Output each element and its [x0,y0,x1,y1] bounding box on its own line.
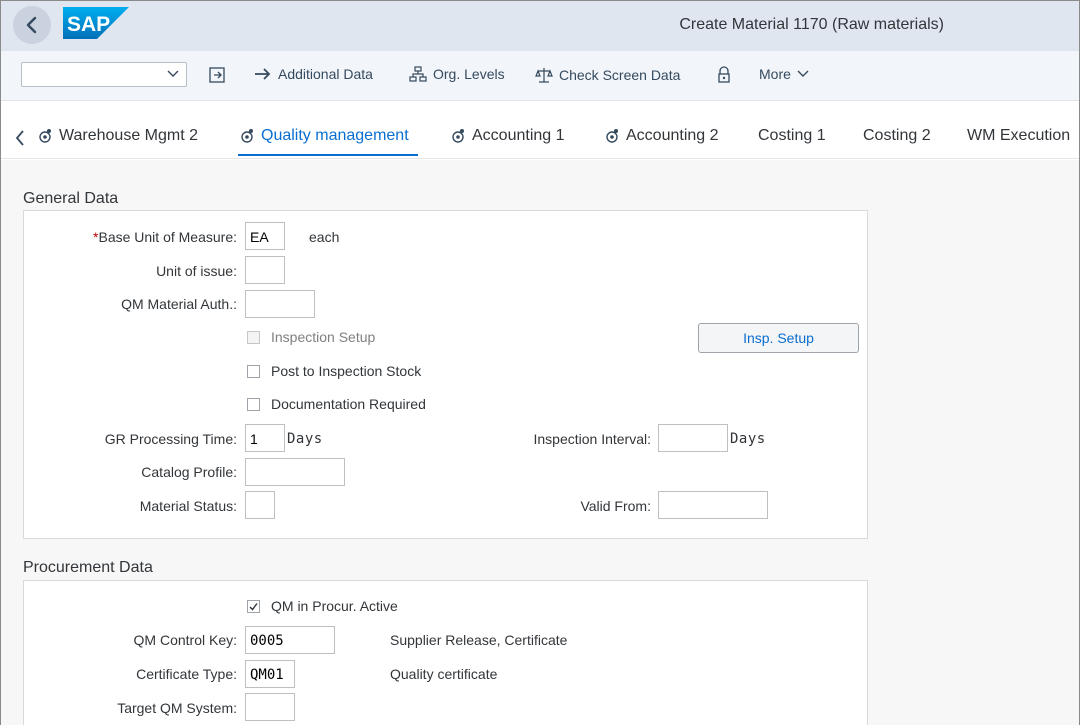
valid-from-input[interactable] [658,491,768,519]
inspection-setup-label: Inspection Setup [271,329,376,345]
documentation-required-checkbox[interactable] [247,398,260,411]
active-tab-indicator [238,154,418,156]
base-uom-input[interactable]: EA [245,222,285,250]
lock-button[interactable] [716,66,732,84]
qm-control-key-label: QM Control Key: [133,632,237,648]
tab-label: Accounting 2 [626,127,719,144]
checkmark-icon [249,603,258,611]
sap-logo[interactable]: SAP [63,7,129,39]
command-select[interactable] [21,62,187,87]
base-uom-label: *Base Unit of Measure: [93,229,237,245]
insp-setup-button[interactable]: Insp. Setup [698,323,859,353]
certificate-type-text: Quality certificate [390,666,498,682]
chevron-left-icon[interactable] [15,130,25,146]
documentation-required-label: Documentation Required [271,396,426,412]
org-levels-label: Org. Levels [433,66,505,82]
export-button[interactable] [208,66,228,84]
gear-icon [241,129,253,143]
unit-of-issue-input[interactable] [245,256,285,284]
check-screen-data-button[interactable]: Check Screen Data [535,66,680,84]
chevron-down-icon [797,70,809,77]
general-data-title: General Data [23,190,119,207]
additional-data-label: Additional Data [278,66,373,82]
material-status-input[interactable] [245,491,275,519]
tab-accounting-1[interactable]: Accounting 1 [450,127,565,145]
tab-label: Costing 1 [758,127,826,144]
tab-wm-execution[interactable]: WM Execution [967,127,1070,145]
balance-icon [535,68,553,83]
tab-label: WM Execution [967,127,1071,144]
chevron-left-icon [26,16,37,34]
lock-icon [718,66,730,83]
catalog-profile-label: Catalog Profile: [141,464,237,480]
hierarchy-icon [409,66,427,82]
additional-data-button[interactable]: Additional Data [254,66,373,82]
gear-icon [606,129,618,143]
tab-costing-1[interactable]: Costing 1 [758,127,826,145]
general-data-panel: *Base Unit of Measure: EA each Unit of i… [23,210,868,539]
page-title: Create Material 1170 (Raw materials) [679,16,944,33]
more-button[interactable]: More [759,66,809,82]
shell-bar: SAP Create Material 1170 (Raw materials) [1,1,1079,51]
inspection-interval-label: Inspection Interval: [533,431,651,447]
chevron-down-icon [167,70,179,77]
inspection-interval-unit: Days [730,431,766,447]
qm-material-auth-input[interactable] [245,290,315,318]
arrow-right-icon [255,68,271,80]
material-status-label: Material Status: [139,498,237,514]
tab-bar: Warehouse Mgmt 2 Quality management Acco… [1,101,1079,159]
tab-label: Quality management [261,127,409,144]
post-to-inspection-stock-label: Post to Inspection Stock [271,363,422,379]
qm-in-procur-active-label: QM in Procur. Active [271,598,398,614]
procurement-data-panel: QM in Procur. Active QM Control Key: 000… [23,580,868,725]
valid-from-label: Valid From: [580,498,651,514]
tab-label: Costing 2 [863,127,931,144]
tab-accounting-2[interactable]: Accounting 2 [604,127,719,145]
export-icon [209,67,225,83]
gr-processing-time-input[interactable]: 1 [245,424,285,452]
tab-warehouse-mgmt-2[interactable]: Warehouse Mgmt 2 [37,127,198,145]
content-area: General Data *Base Unit of Measure: EA e… [1,160,1079,725]
gr-processing-time-unit: Days [287,431,323,447]
unit-of-issue-label: Unit of issue: [156,263,237,279]
target-qm-system-label: Target QM System: [117,700,237,716]
inspection-interval-input[interactable] [658,424,728,452]
base-uom-label-text: Base Unit of Measure: [98,229,237,245]
certificate-type-input[interactable]: QM01 [245,660,295,688]
tab-label: Warehouse Mgmt 2 [59,127,199,144]
gear-icon [452,129,464,143]
base-uom-text: each [309,229,340,245]
gr-processing-time-label: GR Processing Time: [104,431,237,447]
tab-label: Accounting 1 [472,127,565,144]
procurement-data-title: Procurement Data [23,559,153,576]
toolbar: Additional Data Org. Levels Check Screen… [1,51,1079,101]
target-qm-system-input[interactable] [245,693,295,721]
qm-material-auth-label: QM Material Auth.: [121,296,237,312]
catalog-profile-input[interactable] [245,458,345,486]
check-screen-data-label: Check Screen Data [559,67,681,83]
certificate-type-label: Certificate Type: [136,666,237,682]
more-label: More [759,66,791,82]
gear-icon [39,129,51,143]
inspection-setup-checkbox[interactable] [247,331,260,344]
post-to-inspection-stock-checkbox[interactable] [247,365,260,378]
qm-control-key-input[interactable]: 0005 [245,626,335,654]
tab-costing-2[interactable]: Costing 2 [863,127,931,145]
sap-logo-text: SAP [67,13,110,36]
org-levels-button[interactable]: Org. Levels [409,66,505,82]
back-button[interactable] [13,6,51,44]
tab-quality-management[interactable]: Quality management [239,127,409,145]
qm-in-procur-active-checkbox[interactable] [247,600,260,613]
qm-control-key-text: Supplier Release, Certificate [390,632,568,648]
